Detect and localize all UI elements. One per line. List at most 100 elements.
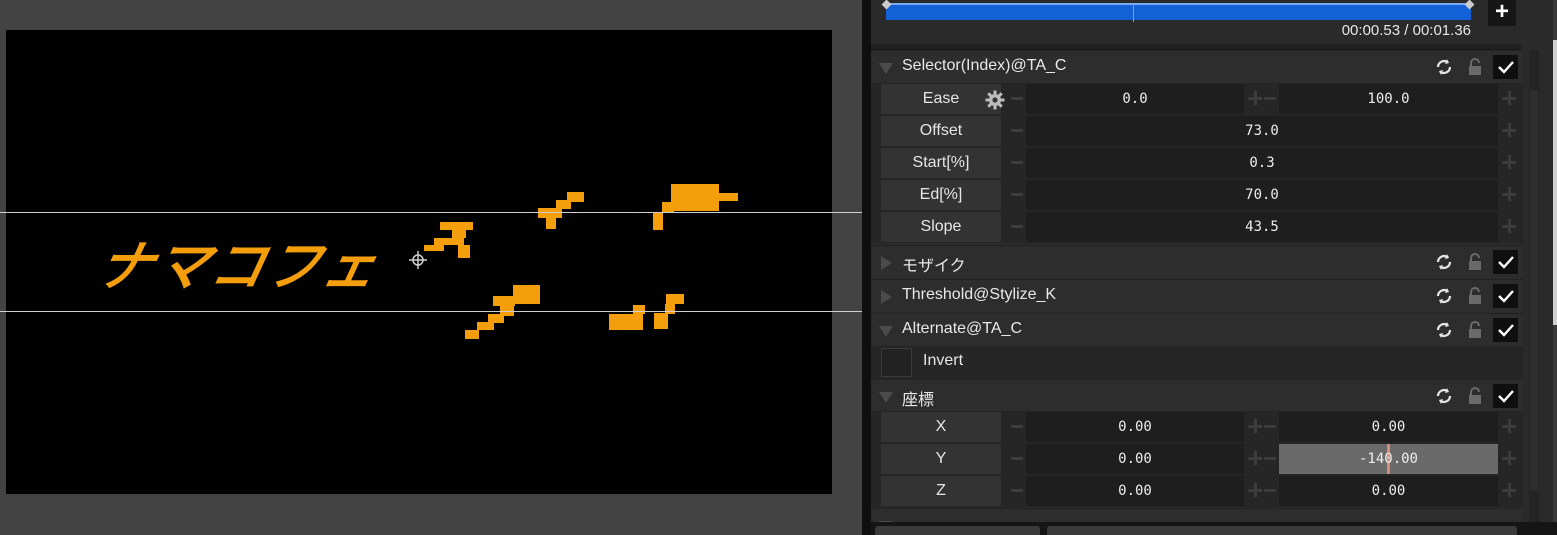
decrement-button[interactable] [1264, 489, 1276, 492]
refresh-icon[interactable] [1433, 251, 1455, 273]
increment-button[interactable] [1502, 91, 1516, 105]
glitch-block [665, 304, 675, 314]
ease-end-input[interactable]: 100.0 [1279, 84, 1498, 114]
end-input[interactable]: 70.0 [1026, 180, 1498, 210]
section-header-selector[interactable]: Selector(Index)@TA_C [871, 50, 1523, 83]
decrement-button[interactable] [1011, 457, 1023, 460]
decrement-button[interactable] [1011, 489, 1023, 492]
offset-input[interactable]: 73.0 [1026, 116, 1498, 146]
glitch-block [546, 216, 556, 229]
z-input-end[interactable]: 0.00 [1279, 476, 1498, 506]
bottom-tab-bar [871, 522, 1557, 535]
param-label: X [881, 412, 1001, 442]
add-button[interactable]: + [1488, 0, 1516, 26]
decrement-button[interactable] [1264, 425, 1276, 428]
decrement-button[interactable] [1264, 97, 1276, 100]
decrement-button[interactable] [1011, 193, 1023, 196]
x-input-end[interactable]: 0.00 [1279, 412, 1498, 442]
ease-label-text: Ease [922, 90, 960, 107]
collapse-triangle-icon[interactable] [879, 392, 893, 403]
lock-icon[interactable] [1464, 56, 1486, 78]
section-header-alternate[interactable]: Alternate@TA_C [871, 313, 1523, 346]
param-label: Offset [881, 116, 1001, 146]
window-edge-highlight [1553, 40, 1557, 325]
increment-button[interactable] [1248, 419, 1262, 433]
x-input[interactable]: 0.00 [1026, 412, 1244, 442]
bottom-tab[interactable] [1047, 526, 1517, 535]
glitch-block [440, 222, 473, 230]
bottom-tab[interactable] [875, 526, 1040, 535]
timeline-start-handle[interactable] [881, 0, 892, 10]
scrollbar-thumb[interactable] [1530, 90, 1538, 490]
section-title: モザイク [902, 258, 966, 275]
invert-checkbox[interactable] [881, 348, 912, 377]
y-input[interactable]: 0.00 [1026, 444, 1244, 474]
y-input-end[interactable]: -140.00 [1279, 444, 1498, 474]
increment-button[interactable] [1502, 451, 1516, 465]
decrement-button[interactable] [1011, 129, 1023, 132]
refresh-icon[interactable] [1433, 319, 1455, 341]
lock-icon[interactable] [1464, 385, 1486, 407]
param-label: Ed[%] [881, 180, 1001, 210]
increment-button[interactable] [1502, 483, 1516, 497]
anchor-point-icon [409, 251, 427, 269]
lock-icon[interactable] [1464, 285, 1486, 307]
param-label: Slope [881, 212, 1001, 242]
refresh-icon[interactable] [1433, 56, 1455, 78]
param-row-y: Y 0.00 -140.00 [871, 443, 1523, 475]
glitch-block [513, 285, 540, 304]
decrement-button[interactable] [1011, 425, 1023, 428]
param-row-end: Ed[%] 70.0 [871, 179, 1523, 211]
expand-triangle-icon[interactable] [881, 256, 892, 270]
param-row-z: Z 0.00 0.00 [871, 475, 1523, 507]
glitch-block [452, 230, 466, 238]
increment-button[interactable] [1502, 219, 1516, 233]
check-icon[interactable] [1493, 384, 1518, 408]
glitch-block [719, 193, 738, 201]
expand-triangle-icon[interactable] [881, 290, 892, 304]
param-label: Ease [881, 84, 1005, 114]
decrement-button[interactable] [1264, 457, 1276, 460]
ease-start-input[interactable]: 0.0 [1026, 84, 1244, 114]
increment-button[interactable] [1502, 155, 1516, 169]
section-header-threshold[interactable]: Threshold@Stylize_K [871, 279, 1523, 312]
glitch-block [556, 200, 571, 209]
slope-input[interactable]: 43.5 [1026, 212, 1498, 242]
refresh-icon[interactable] [1433, 385, 1455, 407]
section-header-next[interactable] [871, 508, 1523, 522]
increment-button[interactable] [1248, 91, 1262, 105]
collapse-triangle-icon[interactable] [879, 326, 893, 337]
guide-line-bottom[interactable] [0, 311, 862, 312]
inspector-scrollbar[interactable] [1529, 50, 1539, 535]
lock-icon[interactable] [1464, 251, 1486, 273]
glitch-block [653, 212, 663, 230]
check-icon[interactable] [1493, 250, 1518, 274]
lock-icon[interactable] [1464, 319, 1486, 341]
section-header-coords[interactable]: 座標 [871, 379, 1523, 412]
increment-button[interactable] [1248, 451, 1262, 465]
collapse-triangle-icon[interactable] [879, 63, 893, 74]
section-header-mosaic[interactable]: モザイク [871, 245, 1523, 278]
playhead-marker[interactable] [1133, 5, 1134, 22]
check-icon[interactable] [1493, 284, 1518, 308]
gear-icon[interactable] [985, 90, 1005, 110]
decrement-button[interactable] [1011, 225, 1023, 228]
increment-button[interactable] [1502, 187, 1516, 201]
timeline-end-handle[interactable] [1464, 0, 1475, 10]
z-input[interactable]: 0.00 [1026, 476, 1244, 506]
increment-button[interactable] [1502, 123, 1516, 137]
timeline-bar[interactable] [881, 0, 1475, 22]
refresh-icon[interactable] [1433, 285, 1455, 307]
param-row-start: Start[%] 0.3 [871, 147, 1523, 179]
section-title: Selector(Index)@TA_C [902, 57, 1067, 74]
glitch-block [654, 313, 668, 329]
check-icon[interactable] [1493, 318, 1518, 342]
decrement-button[interactable] [1011, 97, 1023, 100]
decrement-button[interactable] [1011, 161, 1023, 164]
guide-line-top[interactable] [0, 212, 862, 213]
check-icon[interactable] [1493, 55, 1518, 79]
increment-button[interactable] [1502, 419, 1516, 433]
start-input[interactable]: 0.3 [1026, 148, 1498, 178]
increment-button[interactable] [1248, 483, 1262, 497]
panel-divider[interactable] [862, 0, 871, 535]
